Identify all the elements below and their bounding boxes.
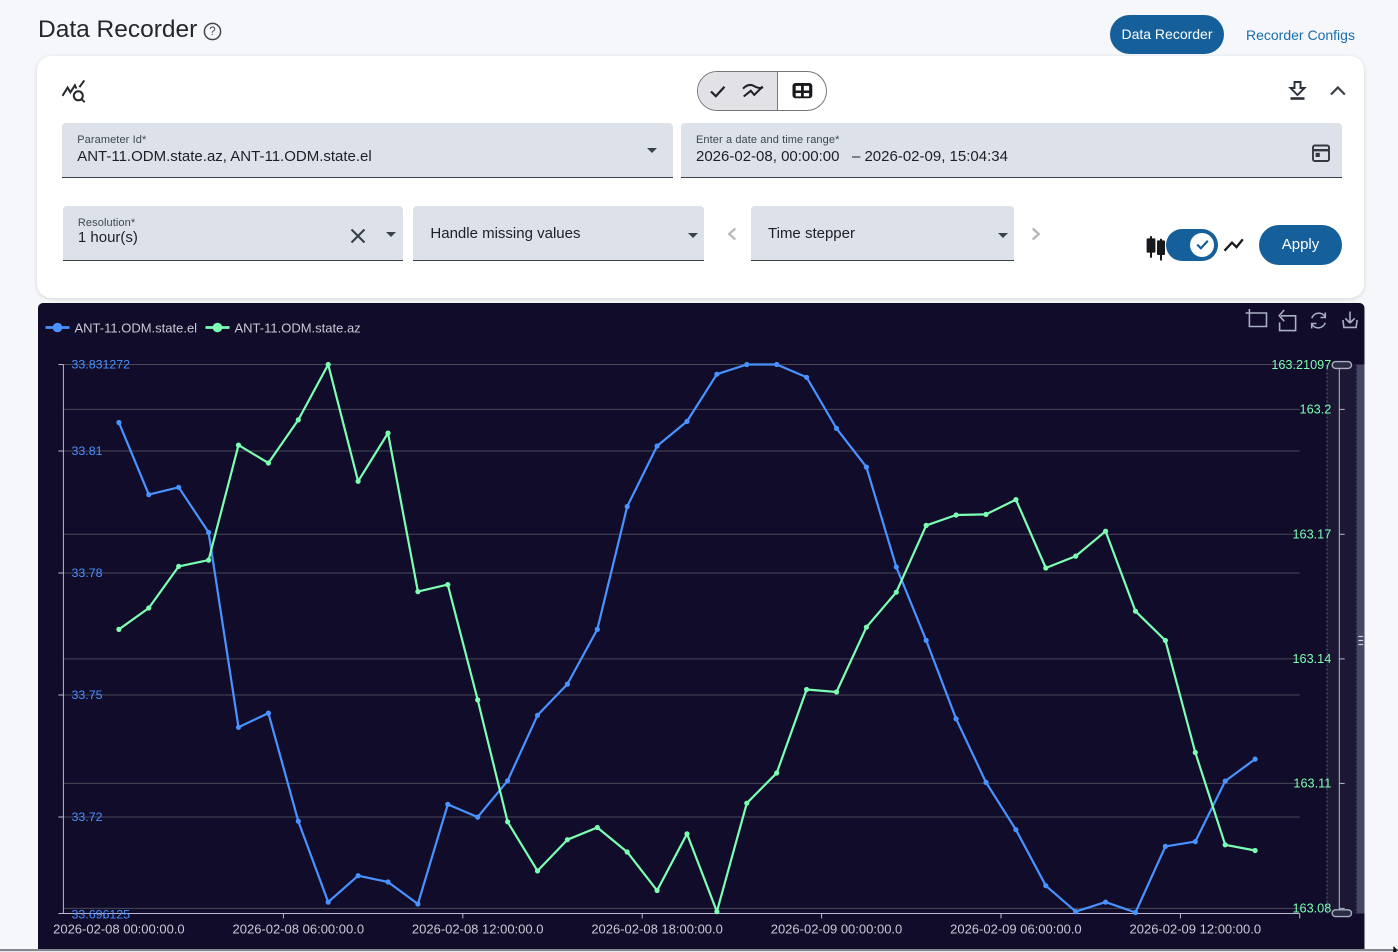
svg-text:163.08: 163.08 xyxy=(1292,901,1331,915)
svg-text:33.78: 33.78 xyxy=(72,566,103,580)
svg-text:33.81: 33.81 xyxy=(72,444,103,458)
svg-text:33.831272: 33.831272 xyxy=(72,358,131,372)
svg-text:33.72: 33.72 xyxy=(72,810,103,824)
svg-text:ANT-11.ODM.state.az: ANT-11.ODM.state.az xyxy=(235,321,361,336)
svg-text:163.14: 163.14 xyxy=(1292,652,1331,666)
svg-text:33.696125: 33.696125 xyxy=(72,908,131,922)
svg-text:2026-02-09 06:00:00.0: 2026-02-09 06:00:00.0 xyxy=(950,922,1082,937)
svg-text:2026-02-08 12:00:00.0: 2026-02-08 12:00:00.0 xyxy=(412,922,544,937)
svg-text:163.17: 163.17 xyxy=(1292,527,1331,541)
svg-text:163.21097: 163.21097 xyxy=(1271,358,1331,372)
svg-text:163.11: 163.11 xyxy=(1293,776,1331,790)
svg-text:2026-02-08 00:00:00.0: 2026-02-08 00:00:00.0 xyxy=(53,922,185,937)
svg-text:33.75: 33.75 xyxy=(72,688,103,702)
svg-text:163.2: 163.2 xyxy=(1300,402,1332,416)
svg-text:ANT-11.ODM.state.el: ANT-11.ODM.state.el xyxy=(75,321,198,336)
svg-text:2026-02-08 06:00:00.0: 2026-02-08 06:00:00.0 xyxy=(233,922,365,937)
svg-text:?: ? xyxy=(209,26,215,38)
svg-text:2026-02-08 18:00:00.0: 2026-02-08 18:00:00.0 xyxy=(591,922,723,937)
svg-text:2026-02-09 12:00:00.0: 2026-02-09 12:00:00.0 xyxy=(1130,922,1262,937)
svg-text:2026-02-09 00:00:00.0: 2026-02-09 00:00:00.0 xyxy=(771,922,903,937)
